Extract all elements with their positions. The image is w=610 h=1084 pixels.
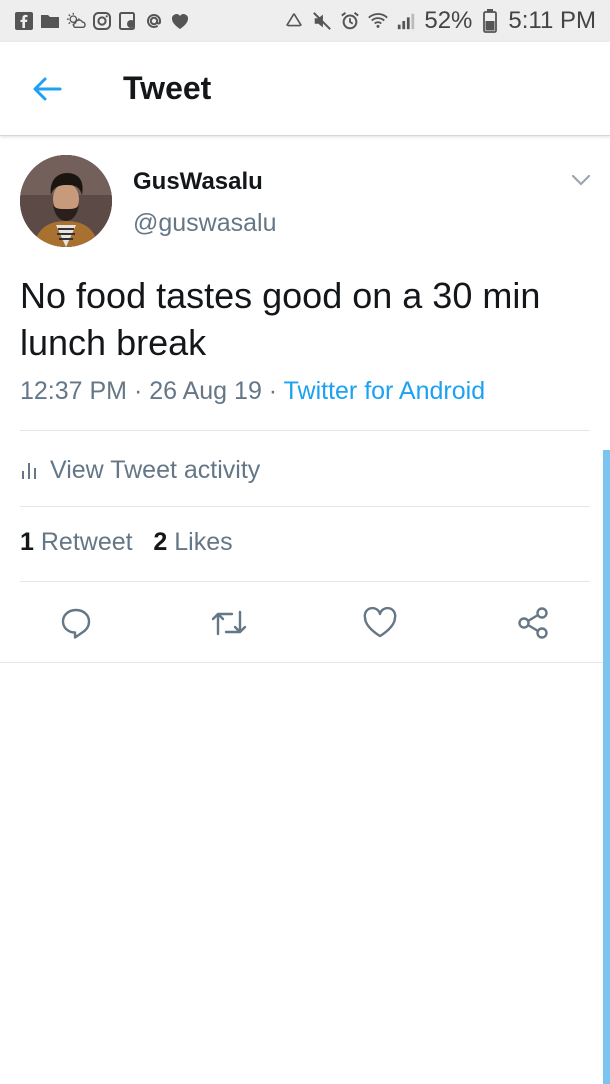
scrollbar[interactable] bbox=[603, 450, 610, 1084]
share-button[interactable] bbox=[510, 600, 556, 646]
tweet-actions bbox=[0, 600, 610, 646]
view-tweet-activity-button[interactable]: View Tweet activity bbox=[20, 452, 260, 488]
tweet-menu-button[interactable] bbox=[568, 170, 594, 190]
signal-icon bbox=[396, 11, 416, 31]
retweet-button[interactable] bbox=[206, 600, 252, 646]
clock: 5:11 PM bbox=[508, 7, 596, 34]
heart-outline-icon bbox=[363, 606, 397, 638]
like-button[interactable] bbox=[357, 600, 403, 646]
wifi-icon bbox=[368, 11, 389, 31]
heart-icon bbox=[170, 11, 190, 31]
retweet-label: Retweet bbox=[40, 528, 133, 556]
avatar[interactable] bbox=[20, 155, 112, 247]
divider bbox=[20, 430, 590, 431]
folder-icon bbox=[40, 11, 60, 31]
activity-label: View Tweet activity bbox=[50, 455, 261, 484]
like-label: Likes bbox=[174, 528, 233, 556]
tweet-date: 26 Aug 19 bbox=[149, 377, 262, 405]
tweet-meta: 12:37 PM · 26 Aug 19 · Twitter for Andro… bbox=[20, 377, 485, 406]
tweet-time: 12:37 PM bbox=[20, 377, 128, 405]
like-count: 2 bbox=[153, 528, 168, 556]
weather-icon bbox=[66, 11, 86, 31]
analytics-icon bbox=[22, 463, 36, 479]
app-bar: Tweet bbox=[0, 42, 610, 136]
back-arrow-icon bbox=[33, 77, 62, 101]
back-button[interactable] bbox=[28, 72, 66, 106]
display-name[interactable]: GusWasalu bbox=[133, 168, 263, 196]
chevron-down-icon bbox=[571, 174, 591, 186]
share-icon bbox=[518, 607, 548, 639]
page-title: Tweet bbox=[123, 70, 212, 106]
facebook-icon bbox=[14, 11, 34, 31]
reply-icon bbox=[61, 608, 91, 639]
divider bbox=[20, 506, 590, 507]
instagram-icon bbox=[92, 11, 112, 31]
retweets-stat[interactable]: 1 Retweet bbox=[20, 528, 133, 556]
recycle-icon bbox=[284, 11, 304, 31]
battery-percentage: 52% bbox=[424, 7, 473, 34]
tweet-text: No food tastes good on a 30 min lunch br… bbox=[20, 275, 541, 363]
battery-icon bbox=[480, 9, 500, 33]
gallery-icon bbox=[118, 11, 138, 31]
likes-stat[interactable]: 2 Likes bbox=[153, 528, 232, 556]
meta-separator: · bbox=[261, 377, 284, 405]
system-icons: 52% 5:11 PM bbox=[284, 6, 596, 36]
notification-icons bbox=[14, 8, 190, 34]
retweet-count: 1 bbox=[20, 528, 34, 556]
user-handle[interactable]: @guswasalu bbox=[133, 209, 277, 238]
at-sign-icon bbox=[144, 11, 164, 31]
divider bbox=[20, 581, 590, 582]
tweet-stats: 1 Retweet 2 Likes bbox=[20, 528, 233, 557]
mute-icon bbox=[312, 11, 332, 31]
status-bar: 52% 5:11 PM bbox=[0, 0, 610, 42]
tweet-source-link[interactable]: Twitter for Android bbox=[284, 377, 485, 405]
alarm-icon bbox=[340, 11, 360, 31]
reply-button[interactable] bbox=[53, 600, 99, 646]
divider bbox=[0, 662, 610, 663]
meta-separator: · bbox=[127, 377, 150, 405]
retweet-icon bbox=[211, 610, 247, 636]
